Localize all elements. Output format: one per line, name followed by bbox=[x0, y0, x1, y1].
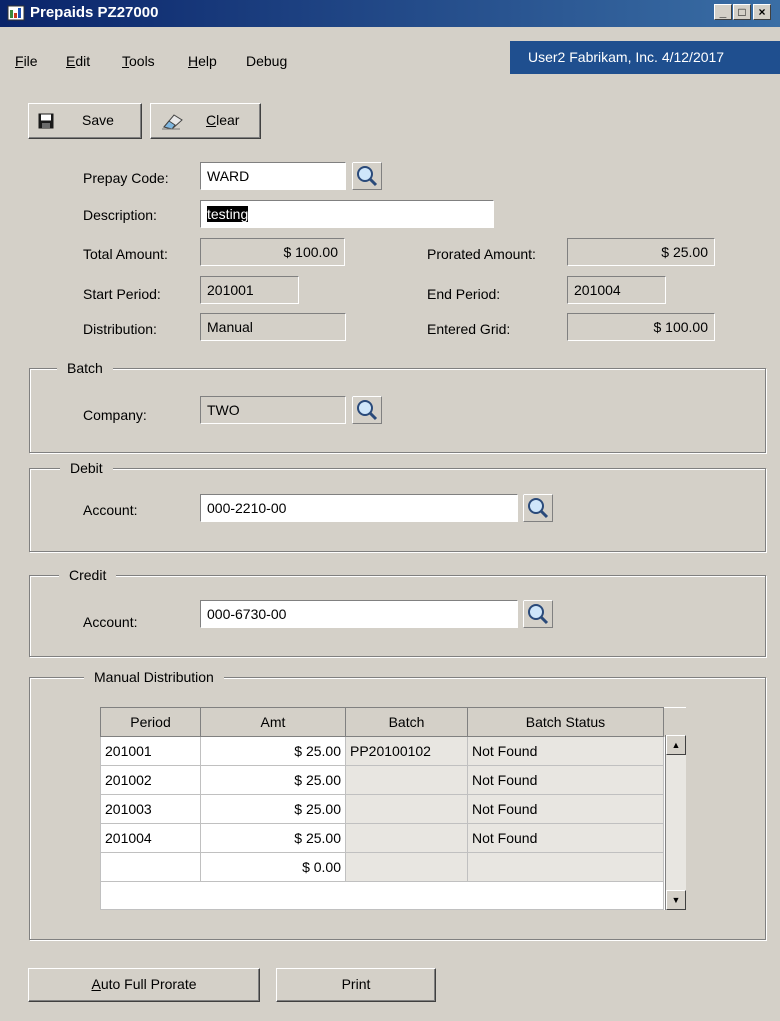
clear-button[interactable]: Clear bbox=[150, 103, 261, 139]
batch-status-cell: Not Found bbox=[467, 736, 664, 766]
end-period-label: End Period: bbox=[427, 286, 501, 302]
period-cell[interactable]: 201002 bbox=[100, 765, 201, 795]
debit-account-label: Account: bbox=[83, 502, 138, 518]
prepay-code-field[interactable]: WARD bbox=[200, 162, 346, 190]
batch-status-cell: Not Found bbox=[467, 794, 664, 824]
debit-account-field[interactable]: 000-2210-00 bbox=[200, 494, 518, 522]
company-label: Company: bbox=[83, 407, 147, 423]
column-header-batch-status[interactable]: Batch Status bbox=[467, 707, 664, 737]
batch-cell bbox=[345, 823, 468, 853]
header-spacer bbox=[663, 707, 686, 737]
debit-group-title: Debit bbox=[60, 460, 113, 476]
description-field[interactable]: testing bbox=[200, 200, 494, 228]
prepay-code-lookup-icon[interactable] bbox=[352, 162, 382, 190]
empty-row-cell bbox=[100, 881, 664, 910]
batch-cell bbox=[345, 765, 468, 795]
menu-file[interactable]: File bbox=[15, 53, 38, 69]
maximize-icon[interactable]: □ bbox=[733, 4, 751, 20]
clear-label: Clear bbox=[206, 112, 240, 128]
entered-grid-label: Entered Grid: bbox=[427, 321, 511, 337]
menu-help[interactable]: Help bbox=[188, 53, 217, 69]
distribution-label: Distribution: bbox=[83, 321, 157, 337]
credit-account-label: Account: bbox=[83, 614, 138, 630]
batch-group-title: Batch bbox=[57, 360, 113, 376]
total-amount-label: Total Amount: bbox=[83, 246, 168, 262]
table-row[interactable]: $ 0.00 bbox=[100, 852, 686, 882]
debit-account-lookup-icon[interactable] bbox=[523, 494, 553, 522]
credit-account-field[interactable]: 000-6730-00 bbox=[200, 600, 518, 628]
description-label: Description: bbox=[83, 207, 157, 223]
distribution-field: Manual bbox=[200, 313, 346, 341]
batch-cell: PP20100102 bbox=[345, 736, 468, 766]
description-value: testing bbox=[207, 206, 249, 222]
print-button[interactable]: Print bbox=[276, 968, 436, 1002]
table-row[interactable]: 201002 $ 25.00 Not Found bbox=[100, 765, 686, 795]
user-info: User2 Fabrikam, Inc. 4/12/2017 bbox=[510, 41, 780, 74]
start-period-field: 201001 bbox=[200, 276, 299, 304]
company-field: TWO bbox=[200, 396, 346, 424]
menu-tools[interactable]: Tools bbox=[122, 53, 155, 69]
prorated-amount-field: $ 25.00 bbox=[567, 238, 715, 266]
grid-scrollbar[interactable]: ▲ ▼ bbox=[665, 735, 686, 910]
table-row[interactable]: 201003 $ 25.00 Not Found bbox=[100, 794, 686, 824]
period-cell[interactable]: 201004 bbox=[100, 823, 201, 853]
grid-header-row: Period Amt Batch Batch Status bbox=[100, 707, 686, 737]
minimize-icon[interactable]: _ bbox=[714, 4, 732, 20]
period-cell[interactable] bbox=[100, 852, 201, 882]
column-header-amt[interactable]: Amt bbox=[200, 707, 346, 737]
entered-grid-field: $ 100.00 bbox=[567, 313, 715, 341]
column-header-batch[interactable]: Batch bbox=[345, 707, 468, 737]
period-cell[interactable]: 201003 bbox=[100, 794, 201, 824]
menu-edit[interactable]: Edit bbox=[66, 53, 90, 69]
app-icon bbox=[7, 5, 25, 21]
table-row[interactable]: 201001 $ 25.00 PP20100102 Not Found bbox=[100, 736, 686, 766]
auto-full-prorate-button[interactable]: Auto Full Prorate bbox=[28, 968, 260, 1002]
batch-status-cell: Not Found bbox=[467, 765, 664, 795]
scroll-down-icon[interactable]: ▼ bbox=[666, 890, 686, 910]
prorated-amount-label: Prorated Amount: bbox=[427, 246, 536, 262]
batch-status-cell: Not Found bbox=[467, 823, 664, 853]
title-bar[interactable]: Prepaids PZ27000 _ □ × bbox=[0, 0, 780, 27]
prepay-code-label: Prepay Code: bbox=[83, 170, 169, 186]
batch-cell bbox=[345, 794, 468, 824]
amt-cell[interactable]: $ 0.00 bbox=[200, 852, 346, 882]
print-label: Print bbox=[341, 976, 371, 992]
credit-account-lookup-icon[interactable] bbox=[523, 600, 553, 628]
prepaids-window: Prepaids PZ27000 _ □ × File Edit Tools H… bbox=[0, 0, 780, 1021]
save-button[interactable]: Save bbox=[28, 103, 142, 139]
empty-row bbox=[100, 881, 686, 910]
manual-distribution-title: Manual Distribution bbox=[84, 669, 224, 685]
amt-cell[interactable]: $ 25.00 bbox=[200, 794, 346, 824]
amt-cell[interactable]: $ 25.00 bbox=[200, 823, 346, 853]
window-title: Prepaids PZ27000 bbox=[30, 4, 159, 21]
company-lookup-icon[interactable] bbox=[352, 396, 382, 424]
amt-cell[interactable]: $ 25.00 bbox=[200, 736, 346, 766]
start-period-label: Start Period: bbox=[83, 286, 161, 302]
column-header-period[interactable]: Period bbox=[100, 707, 201, 737]
distribution-grid: Period Amt Batch Batch Status 201001 $ 2… bbox=[100, 707, 686, 910]
period-cell[interactable]: 201001 bbox=[100, 736, 201, 766]
auto-full-prorate-label: Auto Full Prorate bbox=[91, 976, 197, 992]
floppy-disk-icon bbox=[38, 113, 54, 129]
eraser-icon bbox=[162, 114, 183, 130]
total-amount-field: $ 100.00 bbox=[200, 238, 345, 266]
batch-cell bbox=[345, 852, 468, 882]
table-row[interactable]: 201004 $ 25.00 Not Found bbox=[100, 823, 686, 853]
credit-group-title: Credit bbox=[59, 567, 117, 583]
batch-status-cell bbox=[467, 852, 664, 882]
end-period-field: 201004 bbox=[567, 276, 666, 304]
amt-cell[interactable]: $ 25.00 bbox=[200, 765, 346, 795]
scroll-up-icon[interactable]: ▲ bbox=[666, 735, 686, 755]
menu-debug[interactable]: Debug bbox=[246, 53, 287, 69]
close-icon[interactable]: × bbox=[753, 4, 771, 20]
